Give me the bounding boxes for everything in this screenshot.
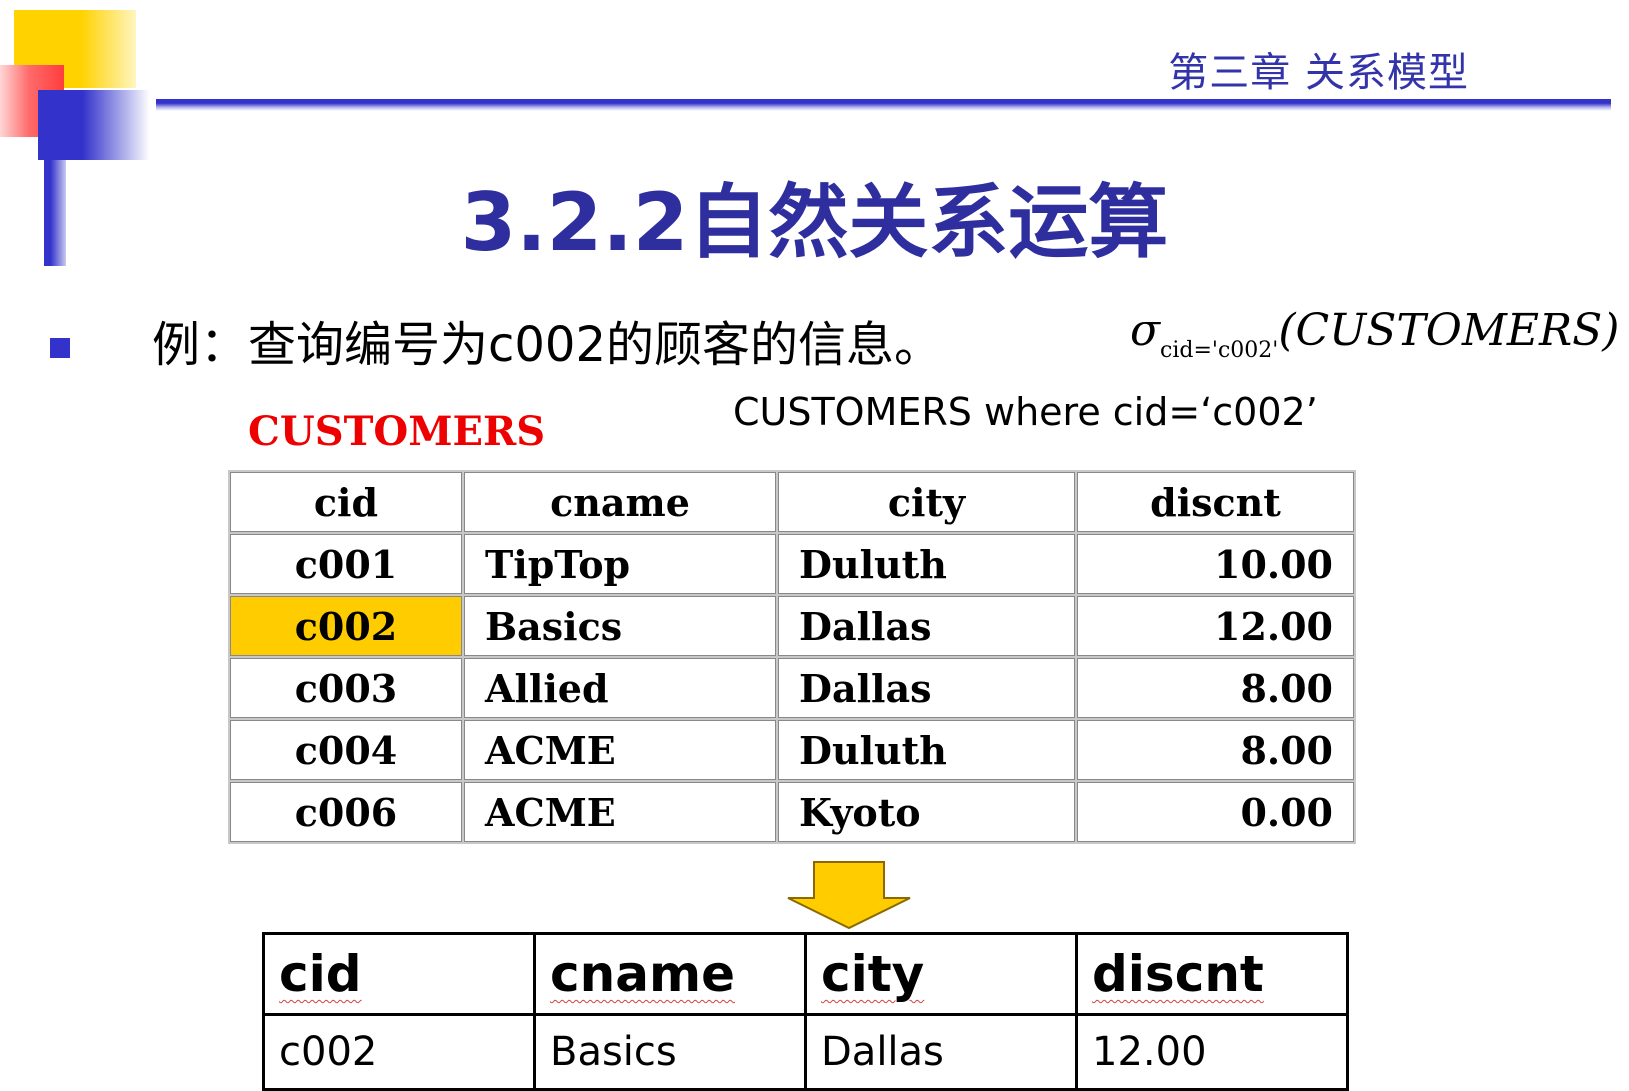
cell-cid: c001 bbox=[230, 534, 462, 594]
square-bullet-icon bbox=[50, 338, 70, 358]
down-arrow-icon bbox=[787, 861, 911, 930]
table-row: c001 TipTop Duluth 10.00 bbox=[230, 534, 1354, 594]
column-header: cid bbox=[230, 472, 462, 532]
cell-city: Dallas bbox=[778, 658, 1075, 718]
sigma-symbol: σ bbox=[1130, 305, 1161, 356]
table-header-row: cid cname city discnt bbox=[262, 932, 1349, 1016]
column-header: cname bbox=[533, 932, 807, 1016]
cell-cname: Basics bbox=[533, 1013, 807, 1091]
table-header-row: cid cname city discnt bbox=[230, 472, 1354, 532]
cell-cid: c004 bbox=[230, 720, 462, 780]
selection-expression: σcid='c002'(CUSTOMERS) bbox=[1130, 305, 1620, 363]
cell-city: Duluth bbox=[778, 534, 1075, 594]
cell-discnt: 12.00 bbox=[1075, 1013, 1349, 1091]
customers-table-name: CUSTOMERS bbox=[248, 408, 546, 455]
sigma-argument: (CUSTOMERS) bbox=[1278, 305, 1620, 356]
decor-blue-square bbox=[38, 90, 150, 160]
table-row: c006 ACME Kyoto 0.00 bbox=[230, 782, 1354, 842]
cell-city: Kyoto bbox=[778, 782, 1075, 842]
cell-discnt: 10.00 bbox=[1077, 534, 1354, 594]
where-clause: CUSTOMERS where cid=‘c002’ bbox=[733, 390, 1318, 434]
header-rule bbox=[156, 99, 1611, 111]
table-row: c002 Basics Dallas 12.00 bbox=[230, 596, 1354, 656]
column-header: city bbox=[778, 472, 1075, 532]
column-header: discnt bbox=[1077, 472, 1354, 532]
column-header: cid bbox=[262, 932, 536, 1016]
cell-cid: c006 bbox=[230, 782, 462, 842]
chapter-title: 第三章 关系模型 bbox=[1168, 50, 1469, 96]
cell-cid-highlighted: c002 bbox=[230, 596, 462, 656]
cell-cname: Allied bbox=[464, 658, 776, 718]
cell-cid: c002 bbox=[262, 1013, 536, 1091]
table-row: c004 ACME Duluth 8.00 bbox=[230, 720, 1354, 780]
cell-discnt: 0.00 bbox=[1077, 782, 1354, 842]
table-row: c003 Allied Dallas 8.00 bbox=[230, 658, 1354, 718]
cell-discnt: 8.00 bbox=[1077, 720, 1354, 780]
column-header: city bbox=[804, 932, 1078, 1016]
column-header: discnt bbox=[1075, 932, 1349, 1016]
cell-city: Dallas bbox=[778, 596, 1075, 656]
cell-cname: ACME bbox=[464, 782, 776, 842]
slide-title: 3.2.2自然关系运算 bbox=[460, 176, 1169, 269]
cell-discnt: 8.00 bbox=[1077, 658, 1354, 718]
table-row: c002 Basics Dallas 12.00 bbox=[262, 1013, 1349, 1091]
result-table: cid cname city discnt c002 Basics Dallas… bbox=[262, 932, 1349, 1091]
customers-table: cid cname city discnt c001 TipTop Duluth… bbox=[228, 470, 1356, 844]
cell-city: Dallas bbox=[804, 1013, 1078, 1091]
sigma-subscript: cid='c002' bbox=[1160, 338, 1279, 363]
column-header: cname bbox=[464, 472, 776, 532]
cell-discnt: 12.00 bbox=[1077, 596, 1354, 656]
cell-cname: TipTop bbox=[464, 534, 776, 594]
cell-cname: Basics bbox=[464, 596, 776, 656]
cell-cname: ACME bbox=[464, 720, 776, 780]
cell-cid: c003 bbox=[230, 658, 462, 718]
cell-city: Duluth bbox=[778, 720, 1075, 780]
example-text: 例：查询编号为c002的顾客的信息。 bbox=[152, 317, 943, 373]
